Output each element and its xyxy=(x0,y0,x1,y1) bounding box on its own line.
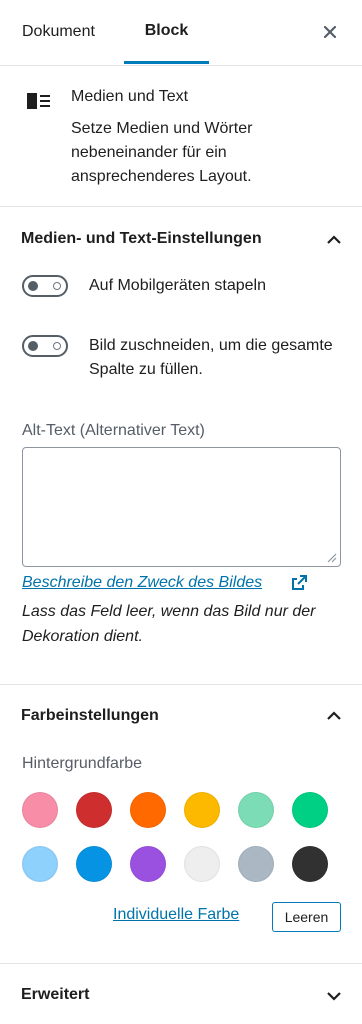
color-swatch[interactable] xyxy=(184,846,220,882)
color-swatch[interactable] xyxy=(130,846,166,882)
color-swatch[interactable] xyxy=(130,792,166,828)
color-swatch[interactable] xyxy=(292,846,328,882)
media-settings-title: Medien- und Text-Einstellungen xyxy=(21,230,262,247)
alt-text-help-link[interactable]: Beschreibe den Zweck des Bildes xyxy=(22,574,262,592)
clear-color-button[interactable]: Leeren xyxy=(272,902,341,932)
color-settings-panel-toggle[interactable]: Farbeinstellungen xyxy=(0,685,362,745)
stack-on-mobile-toggle[interactable] xyxy=(22,275,68,297)
advanced-title: Erweitert xyxy=(21,986,90,1003)
alt-text-help: Lass das Feld leer, wenn das Bild nur de… xyxy=(22,603,316,645)
close-icon xyxy=(323,25,337,39)
crop-image-label: Bild zuschneiden, um die gesamte Spalte … xyxy=(89,337,333,378)
color-swatch[interactable] xyxy=(22,846,58,882)
toggle-knob xyxy=(28,341,38,351)
advanced-panel-toggle[interactable]: Erweitert xyxy=(0,964,362,1024)
toggle-off-indicator xyxy=(53,342,61,350)
tab-block[interactable]: Block xyxy=(124,0,209,64)
alt-text-label: Alt-Text (Alternativer Text) xyxy=(22,422,205,439)
toggle-knob xyxy=(28,281,38,291)
alt-text-field[interactable] xyxy=(22,447,341,567)
color-settings-title: Farbeinstellungen xyxy=(21,707,159,724)
color-swatch[interactable] xyxy=(76,792,112,828)
chevron-up-icon xyxy=(327,235,341,244)
media-text-icon xyxy=(27,93,50,109)
block-description: Setze Medien und Wörter nebeneinander fü… xyxy=(71,120,253,185)
sidebar-tabs: Dokument Block xyxy=(0,0,362,66)
custom-color-link[interactable]: Individuelle Farbe xyxy=(113,906,239,924)
toggle-off-indicator xyxy=(53,282,61,290)
media-settings-panel-toggle[interactable]: Medien- und Text-Einstellungen xyxy=(0,208,362,268)
color-swatch[interactable] xyxy=(184,792,220,828)
chevron-down-icon xyxy=(327,992,341,1001)
tab-document[interactable]: Dokument xyxy=(22,0,95,64)
stack-on-mobile-label: Auf Mobilgeräten stapeln xyxy=(89,277,266,294)
color-swatch[interactable] xyxy=(76,846,112,882)
external-link-icon xyxy=(292,575,307,590)
color-swatch[interactable] xyxy=(238,846,274,882)
close-button[interactable] xyxy=(318,20,342,44)
crop-image-toggle[interactable] xyxy=(22,335,68,357)
block-title: Medien und Text xyxy=(71,88,189,105)
color-swatch[interactable] xyxy=(292,792,328,828)
chevron-up-icon xyxy=(327,711,341,720)
color-swatch[interactable] xyxy=(22,792,58,828)
color-swatch[interactable] xyxy=(238,792,274,828)
background-color-label: Hintergrundfarbe xyxy=(22,755,143,772)
